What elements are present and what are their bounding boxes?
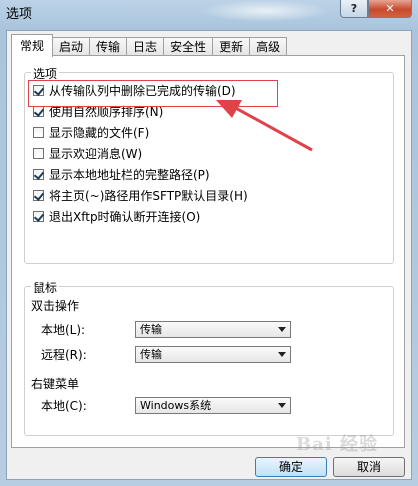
option-confirm-disconnect[interactable]: 退出Xftp时确认断开连接(O) bbox=[33, 207, 200, 225]
tab-security[interactable]: 安全性 bbox=[163, 37, 214, 56]
checkbox-natural-sort[interactable] bbox=[33, 105, 44, 117]
tab-startup[interactable]: 启动 bbox=[52, 37, 91, 56]
watermark-logo: Bai 经验 bbox=[296, 434, 378, 455]
option-label: 显示欢迎消息(W) bbox=[49, 146, 143, 161]
option-label: 显示本地地址栏的完整路径(P) bbox=[49, 167, 210, 182]
option-home-sftp[interactable]: 将主页(~)路径用作SFTP默认目录(H) bbox=[33, 186, 248, 204]
option-label: 将主页(~)路径用作SFTP默认目录(H) bbox=[49, 188, 248, 203]
options-dialog: 选项 ? ✕ 常规 启动 传输 日志 安全性 更新 高级 选项 从传输队列中删除… bbox=[0, 0, 418, 486]
close-button[interactable]: ✕ bbox=[368, 0, 412, 18]
ok-button[interactable]: 确定 bbox=[255, 457, 327, 477]
title-bar[interactable]: 选项 ? ✕ bbox=[0, 0, 418, 28]
tab-advanced[interactable]: 高级 bbox=[249, 37, 288, 56]
double-click-heading: 双击操作 bbox=[31, 299, 80, 313]
right-menu-heading: 右键菜单 bbox=[31, 377, 80, 391]
double-click-remote-select[interactable]: 传输 bbox=[135, 346, 291, 363]
checkbox-welcome-message[interactable] bbox=[33, 147, 44, 159]
double-click-remote-value: 传输 bbox=[140, 348, 162, 361]
title-glow bbox=[200, 0, 330, 22]
annotation-arrow-icon bbox=[216, 100, 313, 152]
option-label: 使用自然顺序排序(N) bbox=[49, 104, 164, 119]
options-group-label: 选项 bbox=[31, 65, 60, 82]
help-icon: ? bbox=[350, 2, 358, 15]
right-menu-local-select[interactable]: Windows系统 bbox=[135, 397, 291, 414]
right-menu-local-label: 本地(C): bbox=[41, 399, 87, 413]
tab-strip: 常规 启动 传输 日志 安全性 更新 高级 bbox=[11, 34, 288, 57]
chevron-down-icon bbox=[278, 352, 286, 357]
right-menu-local-value: Windows系统 bbox=[140, 399, 212, 412]
double-click-local-label: 本地(L): bbox=[41, 323, 86, 337]
help-button[interactable]: ? bbox=[340, 0, 368, 18]
checkbox-confirm-disconnect[interactable] bbox=[33, 210, 44, 222]
option-label: 退出Xftp时确认断开连接(O) bbox=[49, 209, 201, 224]
cancel-button[interactable]: 取消 bbox=[333, 457, 405, 477]
close-icon: ✕ bbox=[385, 2, 395, 15]
double-click-remote-label: 远程(R): bbox=[41, 348, 87, 362]
tab-transfer[interactable]: 传输 bbox=[89, 37, 128, 56]
checkbox-show-hidden[interactable] bbox=[33, 126, 44, 138]
double-click-local-value: 传输 bbox=[140, 323, 162, 336]
tab-general[interactable]: 常规 bbox=[11, 34, 54, 57]
option-show-hidden[interactable]: 显示隐藏的文件(F) bbox=[33, 123, 149, 141]
checkbox-home-sftp[interactable] bbox=[33, 189, 44, 201]
option-welcome-message[interactable]: 显示欢迎消息(W) bbox=[33, 144, 142, 162]
option-natural-sort[interactable]: 使用自然顺序排序(N) bbox=[33, 102, 163, 120]
chevron-down-icon bbox=[278, 327, 286, 332]
double-click-local-select[interactable]: 传输 bbox=[135, 321, 291, 338]
window-title: 选项 bbox=[6, 7, 33, 22]
chevron-down-icon bbox=[278, 403, 286, 408]
option-full-path[interactable]: 显示本地地址栏的完整路径(P) bbox=[33, 165, 210, 183]
tab-log[interactable]: 日志 bbox=[126, 37, 165, 56]
checkbox-full-path[interactable] bbox=[33, 168, 44, 180]
tab-update[interactable]: 更新 bbox=[212, 37, 251, 56]
mouse-groupbox: 鼠标 双击操作 本地(L): 传输 远程(R): 传输 右键菜单 本地(C): … bbox=[24, 279, 394, 436]
mouse-group-label: 鼠标 bbox=[31, 279, 60, 296]
checkbox-remove-completed[interactable] bbox=[33, 84, 44, 96]
option-label: 显示隐藏的文件(F) bbox=[49, 125, 150, 140]
option-remove-completed[interactable]: 从传输队列中删除已完成的传输(D) bbox=[33, 81, 236, 99]
